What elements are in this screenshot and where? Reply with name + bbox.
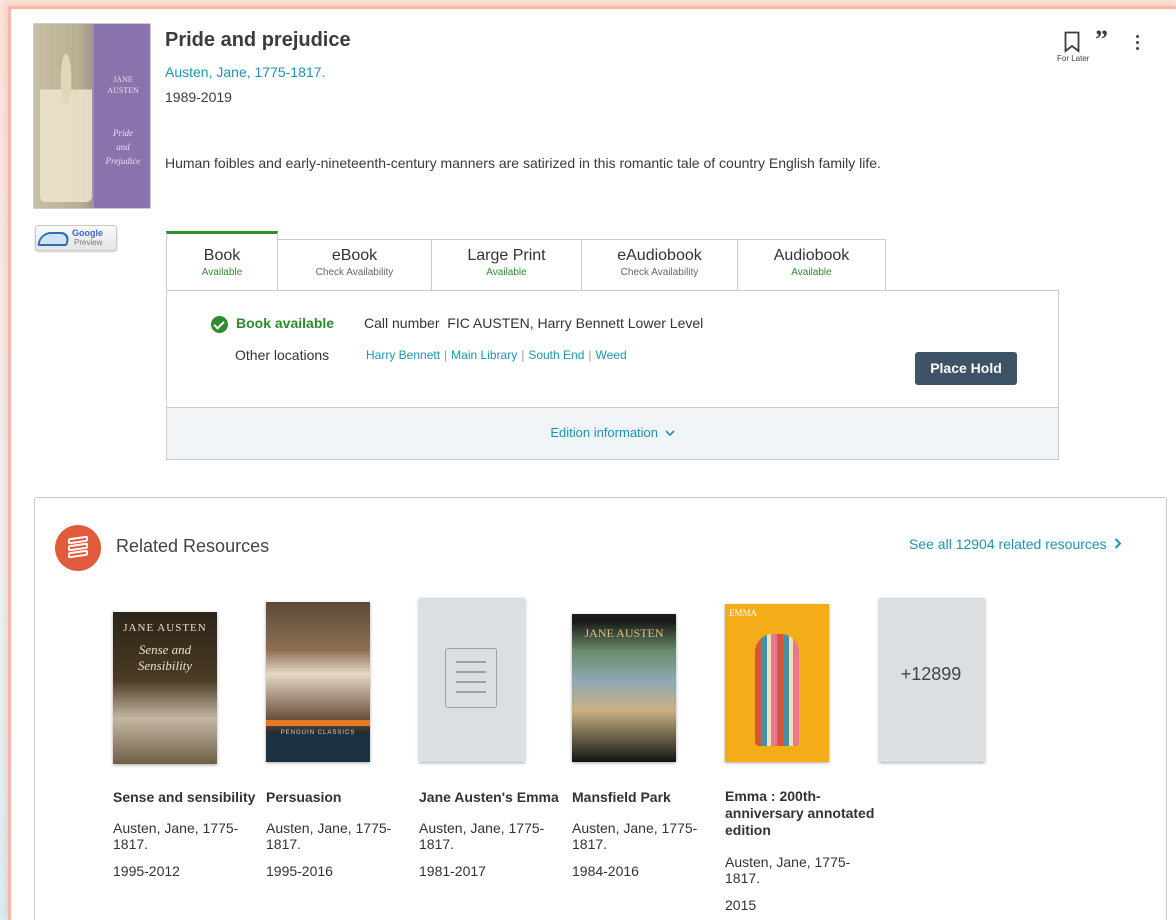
book-cover[interactable]: JANE AUSTEN Pride and Prejudice [33,23,151,209]
tab-audiobook[interactable]: Audiobook Available [738,239,886,291]
location-link[interactable]: Weed [596,348,627,362]
call-number: Call number FIC AUSTEN, Harry Bennett Lo… [364,315,703,331]
related-more-count: +12899 [900,664,962,684]
related-item-years: 1995-2012 [113,863,180,879]
quote-icon[interactable]: ” [1095,27,1108,53]
related-item-author: Austen, Jane, 1775-1817. [419,820,545,852]
check-circle-icon [211,316,228,333]
location-link[interactable]: Main Library [451,348,517,362]
tab-status: Available [791,267,832,278]
related-item-title[interactable]: Jane Austen's Emma [419,788,569,806]
location-link[interactable]: South End [528,348,584,362]
format-tabs: Book Available eBook Check Availability … [166,231,886,291]
related-item-cover[interactable]: JANE AUSTEN Sense and Sensibility [113,612,217,764]
tab-name: Book [203,247,241,264]
related-resources-heading: Related Resources [116,536,270,556]
cover-text-line: Sense and [138,642,192,657]
tab-name: eAudiobook [617,247,702,264]
related-item-years: 2015 [725,897,757,913]
related-item-author: Austen, Jane, 1775-1817. [266,820,392,852]
for-later-label: For Later [1057,54,1090,63]
record-years: 1989-2019 [165,89,232,105]
edition-information-toggle[interactable]: Edition information [167,407,1058,459]
cover-text-line: PENGUIN CLASSICS [280,730,356,736]
bookmark-icon [1064,31,1080,53]
tab-status: Check Availability [620,267,699,278]
call-number-label: Call number [364,315,440,331]
cover-illustration [755,634,799,746]
cover-text-line: AUSTEN [107,86,139,95]
place-hold-button[interactable]: Place Hold [915,352,1017,385]
open-book-icon [37,232,71,246]
related-item-placeholder-cover[interactable] [419,598,525,762]
availability-status: Book available [236,315,335,331]
cover-text-line: JANE AUSTEN [584,626,664,640]
related-item-title[interactable]: Mansfield Park [572,788,722,806]
availability-panel: Book available Call number FIC AUSTEN, H… [166,290,1059,460]
related-item-years: 1984-2016 [572,863,639,879]
chevron-down-icon [665,430,675,437]
google-preview-brand: Google [72,228,103,238]
cover-text-line: Sensibility [137,658,193,673]
related-item-title[interactable]: Emma : 200th-anniversary annotated editi… [725,788,875,839]
tab-name: eBook [331,247,378,264]
more-vertical-icon[interactable] [1135,35,1141,53]
edition-information-label: Edition information [550,425,659,440]
related-item-author: Austen, Jane, 1775-1817. [572,820,698,852]
related-item-cover[interactable]: PENGUIN CLASSICS [266,602,370,762]
cover-text-line: JANE AUSTEN [123,622,207,634]
related-item-cover[interactable]: EMMA [725,604,829,762]
tab-name: Large Print [467,247,546,264]
record-summary: Human foibles and early-nineteenth-centu… [165,155,881,171]
tab-large-print[interactable]: Large Print Available [432,239,582,291]
tab-name: Audiobook [773,247,850,264]
tab-status: Available [486,267,527,278]
cover-text-line: and [116,142,130,152]
google-preview-label: Preview [74,238,103,247]
see-all-label: See all 12904 related resources [909,536,1107,552]
related-item-years: 1995-2016 [266,863,333,879]
related-item-cover[interactable]: JANE AUSTEN [572,614,676,762]
cover-text-line: Pride [113,128,133,138]
books-stack-icon [55,525,101,571]
tab-status: Check Availability [315,267,394,278]
related-item-title[interactable]: Persuasion [266,788,416,806]
cover-illustration [40,52,92,202]
see-all-related-link[interactable]: See all 12904 related resources [909,536,1122,552]
google-preview-button[interactable]: Google Preview [35,225,117,251]
location-link[interactable]: Harry Bennett [366,348,440,362]
cover-band [266,720,370,726]
record-author-link[interactable]: Austen, Jane, 1775-1817. [165,64,325,80]
document-icon [445,648,497,708]
record-page: JANE AUSTEN Pride and Prejudice Pride an… [8,6,1176,920]
related-item-title[interactable]: Sense and sensibility [113,788,263,806]
tab-book[interactable]: Book Available [166,231,278,291]
tab-eaudiobook[interactable]: eAudiobook Check Availability [582,239,738,291]
other-locations-list: Harry Bennett | Main Library | South End | Wee… [366,348,627,362]
for-later-button[interactable]: For Later [1057,31,1090,63]
cover-text-line: Prejudice [105,156,141,166]
chevron-right-icon [1114,538,1121,549]
related-item-author: Austen, Jane, 1775-1817. [725,854,851,886]
related-more-cover[interactable]: +12899 [879,598,985,762]
cover-text-line: JANE [113,75,133,84]
record-title[interactable]: Pride and prejudice [165,29,351,52]
tab-ebook[interactable]: eBook Check Availability [278,239,432,291]
tab-status: Available [201,267,243,278]
other-locations-label: Other locations [235,347,330,363]
call-number-value: FIC AUSTEN, Harry Bennett Lower Level [447,315,704,331]
cover-text-line: EMMA [729,608,758,618]
related-item-years: 1981-2017 [419,863,486,879]
related-item-author: Austen, Jane, 1775-1817. [113,820,239,852]
cover-title-band: JANE AUSTEN Pride and Prejudice [94,24,150,208]
related-resources-section: Related Resources See all 12904 related … [34,497,1167,920]
